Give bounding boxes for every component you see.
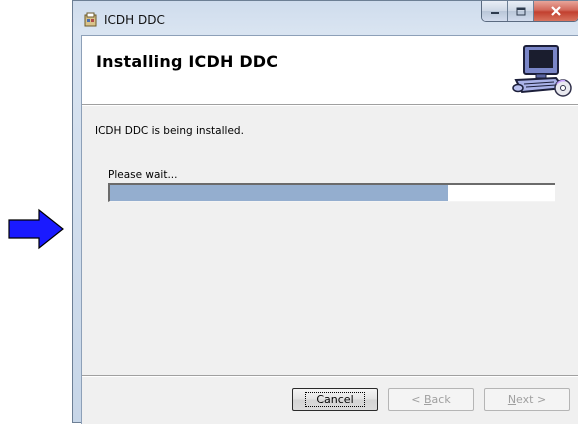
dialog-body: Installing ICDH DDC ICDH DDC is being in…: [81, 35, 578, 424]
cancel-button-label: Cancel: [305, 392, 365, 407]
installer-window: ICDH DDC Installing ICDH DDC ICDH DDC is…: [72, 0, 578, 424]
cancel-button[interactable]: Cancel: [292, 388, 378, 411]
close-icon: [551, 6, 561, 16]
maximize-button[interactable]: [508, 1, 534, 21]
installer-app-icon: [84, 12, 97, 27]
banner-title: Installing ICDH DDC: [96, 52, 279, 71]
back-button-rest: ack: [431, 393, 451, 406]
back-button-mnemonic: B: [424, 393, 432, 406]
progress-fill: [110, 185, 449, 201]
close-button[interactable]: [534, 1, 578, 21]
back-button[interactable]: < Back: [388, 388, 474, 411]
next-button-rest: ext >: [516, 393, 547, 406]
minimize-button[interactable]: [482, 1, 508, 21]
maximize-icon: [516, 7, 525, 15]
next-button[interactable]: Next >: [484, 388, 570, 411]
computer-install-icon: [512, 45, 572, 97]
blue-right-arrow-icon: [8, 208, 64, 250]
caption-buttons: [481, 1, 578, 22]
banner-separator: [82, 105, 578, 106]
title-bar[interactable]: ICDH DDC: [73, 1, 578, 35]
status-message: ICDH DDC is being installed.: [95, 125, 244, 137]
next-button-mnemonic: N: [507, 393, 517, 406]
minimize-icon: [490, 12, 499, 14]
back-button-prefix: <: [411, 393, 424, 406]
window-title: ICDH DDC: [104, 13, 165, 27]
header-banner: Installing ICDH DDC: [82, 36, 578, 105]
install-progress-bar: [108, 183, 555, 202]
footer-separator-highlight: [82, 376, 578, 377]
wait-label: Please wait...: [108, 169, 178, 181]
